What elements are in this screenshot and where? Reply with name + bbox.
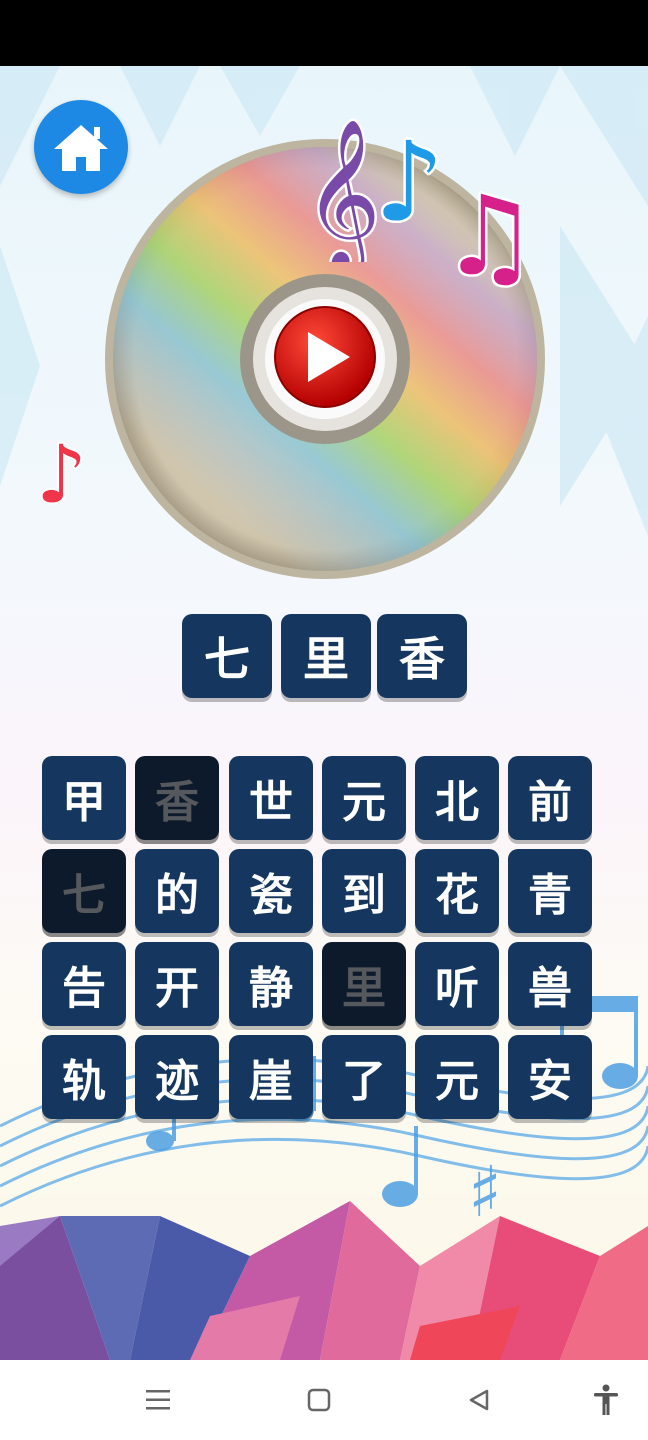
grid-tile[interactable]: 崖 <box>229 1035 313 1119</box>
grid-tile[interactable]: 兽 <box>508 942 592 1026</box>
grid-tile[interactable]: 元 <box>415 1035 499 1119</box>
grid-tile-used[interactable]: 七 <box>42 849 126 933</box>
recent-apps-button[interactable] <box>138 1380 178 1420</box>
grid-tile-used[interactable]: 里 <box>322 942 406 1026</box>
game-screen: ♯ 𝄞 ♪ ♫ ♪ 七 里 香 甲 香 世 元 北 前 七 的 瓷 到 花 青 … <box>0 66 648 1360</box>
svg-text:𝄞: 𝄞 <box>304 117 381 262</box>
accessibility-icon <box>594 1384 618 1415</box>
svg-text:♫: ♫ <box>440 172 539 290</box>
grid-tile[interactable]: 世 <box>229 756 313 840</box>
square-icon <box>307 1388 331 1412</box>
status-bar <box>0 0 648 66</box>
navigation-bar <box>0 1360 648 1440</box>
back-button[interactable] <box>459 1380 499 1420</box>
answer-tile[interactable]: 里 <box>281 614 371 698</box>
grid-tile[interactable]: 青 <box>508 849 592 933</box>
grid-tile[interactable]: 听 <box>415 942 499 1026</box>
grid-tile[interactable]: 甲 <box>42 756 126 840</box>
grid-tile[interactable]: 元 <box>322 756 406 840</box>
grid-tile[interactable]: 开 <box>135 942 219 1026</box>
beamed-notes-icon: ♫ <box>440 170 540 290</box>
grid-tile[interactable]: 到 <box>322 849 406 933</box>
grid-tile[interactable]: 北 <box>415 756 499 840</box>
eighth-note-red-icon: ♪ <box>36 426 89 516</box>
menu-icon <box>146 1390 170 1410</box>
svg-text:♪: ♪ <box>36 428 87 516</box>
grid-tile[interactable]: 静 <box>229 942 313 1026</box>
play-button[interactable] <box>274 306 376 408</box>
grid-tile[interactable]: 前 <box>508 756 592 840</box>
grid-tile[interactable]: 告 <box>42 942 126 1026</box>
grid-tile[interactable]: 迹 <box>135 1035 219 1119</box>
grid-tile-used[interactable]: 香 <box>135 756 219 840</box>
grid-tile[interactable]: 花 <box>415 849 499 933</box>
grid-tile[interactable]: 的 <box>135 849 219 933</box>
back-triangle-icon <box>469 1389 489 1411</box>
grid-tile[interactable]: 安 <box>508 1035 592 1119</box>
grid-tile[interactable]: 了 <box>322 1035 406 1119</box>
answer-tile[interactable]: 七 <box>182 614 272 698</box>
grid-tile[interactable]: 瓷 <box>229 849 313 933</box>
grid-tile[interactable]: 轨 <box>42 1035 126 1119</box>
answer-row: 七 里 香 <box>0 614 648 700</box>
accessibility-button[interactable] <box>586 1380 626 1420</box>
svg-text:♪: ♪ <box>374 118 444 236</box>
answer-tile[interactable]: 香 <box>377 614 467 698</box>
home-nav-button[interactable] <box>299 1380 339 1420</box>
